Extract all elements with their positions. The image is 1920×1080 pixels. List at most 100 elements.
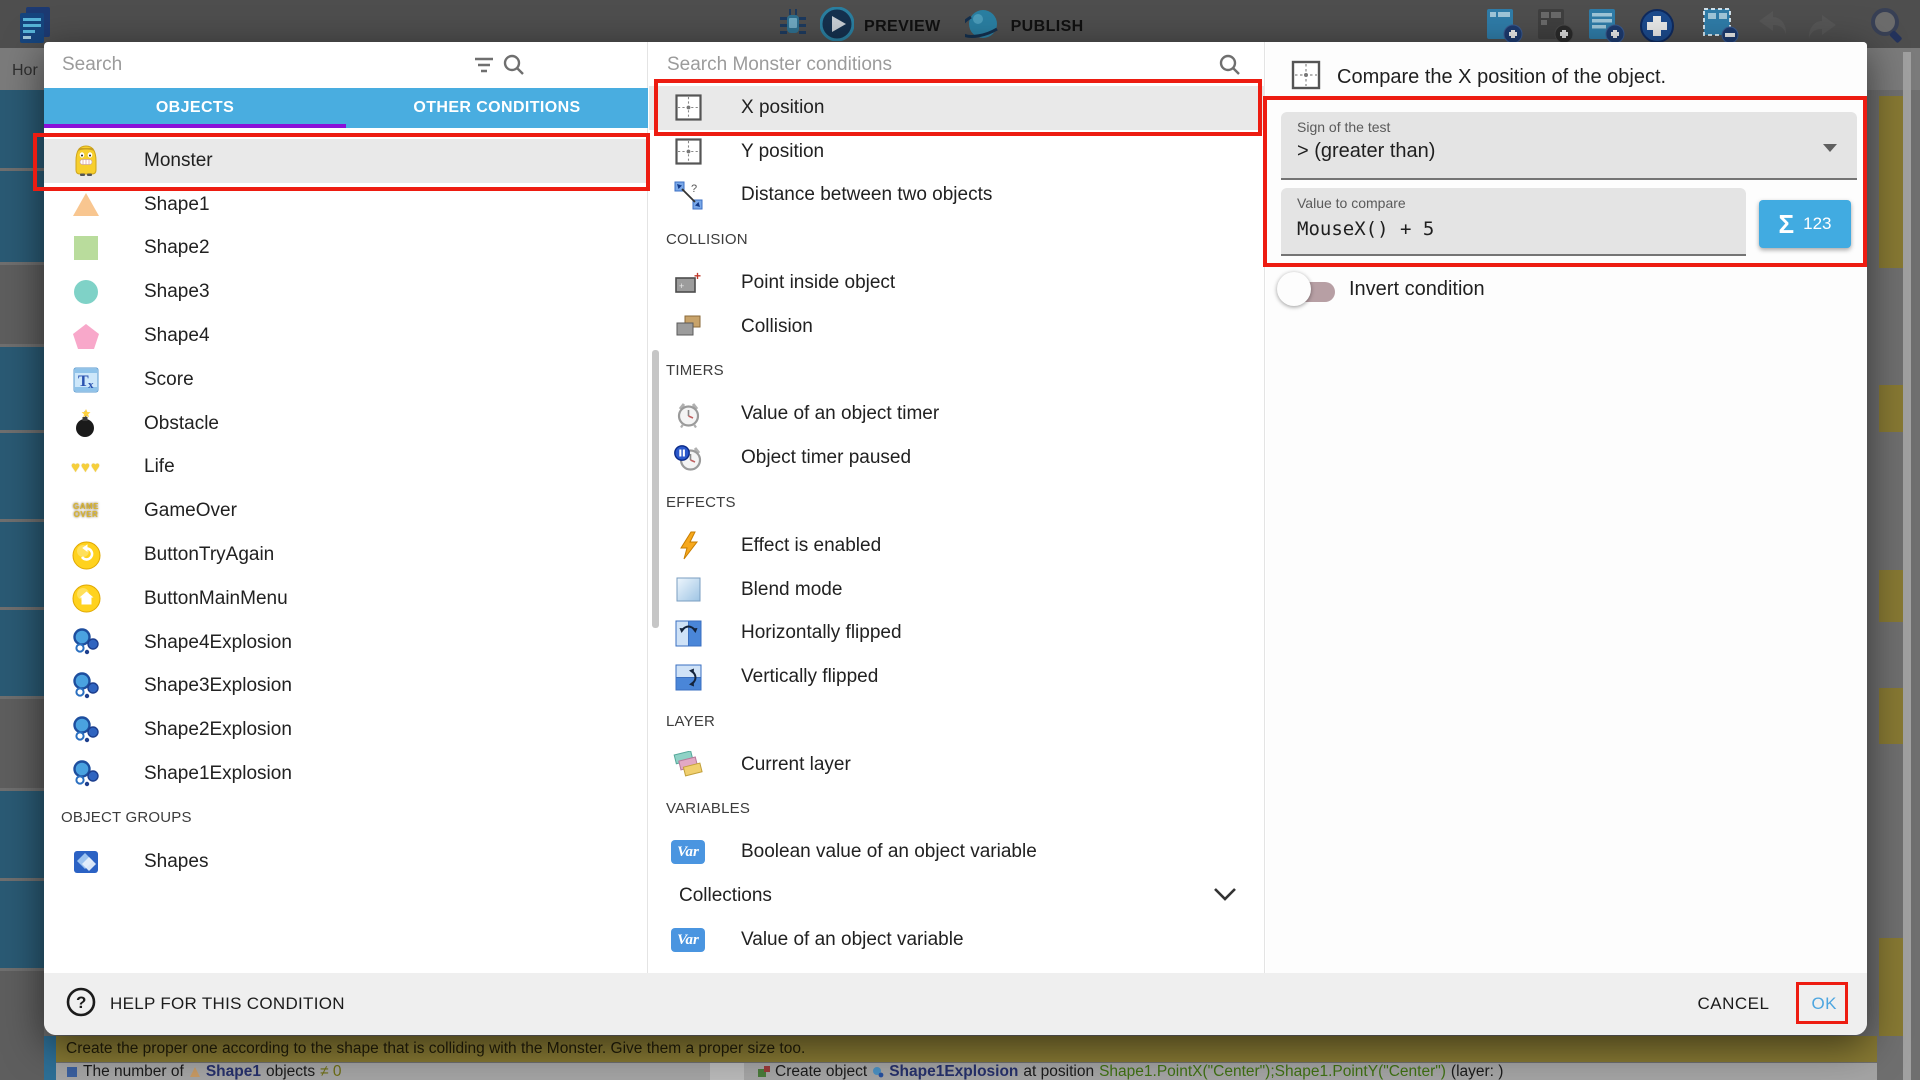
condition-text: The number of <box>83 1063 184 1080</box>
condition-suffix: objects <box>266 1063 315 1080</box>
object-row-shape2explosion[interactable]: Shape2Explosion <box>44 708 648 752</box>
object-label: GameOver <box>144 500 237 522</box>
object-label: Shape3 <box>144 281 210 303</box>
objects-search-row <box>44 42 647 88</box>
objects-search-input[interactable] <box>62 50 442 80</box>
object-row-shape1[interactable]: Shape1 <box>44 183 648 227</box>
condition-group-header-collision: COLLISION <box>649 217 1265 261</box>
shape1-triangle-icon <box>189 1065 201 1077</box>
publish-globe-icon[interactable] <box>965 7 1001 46</box>
conditions-search-input[interactable] <box>667 50 1047 80</box>
condition-row-distance-between-two-objects[interactable]: ?Distance between two objects <box>649 174 1265 218</box>
condition-row-value-of-an-object-variable[interactable]: VarValue of an object variable <box>649 918 1265 962</box>
condition-row-blend-mode[interactable]: Blend mode <box>649 568 1265 612</box>
debugger-icon[interactable] <box>776 7 810 46</box>
ok-button[interactable]: OK <box>1811 994 1837 1014</box>
background-event-block <box>0 347 44 430</box>
object-row-shapes[interactable]: Shapes <box>44 840 648 884</box>
object-row-score[interactable]: TxScore <box>44 358 648 402</box>
object-list: Monster Shape1 Shape2 Shape3 Shape4TxScoreOb… <box>44 139 648 884</box>
object-row-gameover[interactable]: GAMEOVER GameOver <box>44 489 648 533</box>
condition-row-vertically-flipped[interactable]: Vertically flipped <box>649 655 1265 699</box>
object-row-shape2[interactable]: Shape2 <box>44 227 648 271</box>
explosion-icon <box>60 671 112 702</box>
condition-icon <box>66 1065 78 1077</box>
vflip-icon <box>665 664 711 691</box>
condition-row-x-position[interactable]: X position <box>649 86 1265 130</box>
object-row-buttonmainmenu[interactable]: ButtonMainMenu <box>44 577 648 621</box>
object-row-shape3[interactable]: Shape3 <box>44 270 648 314</box>
object-row-shape4explosion[interactable]: Shape4Explosion <box>44 621 648 665</box>
square-icon <box>60 236 112 260</box>
condition-row-object-timer-paused[interactable]: Object timer paused <box>649 436 1265 480</box>
action-mid: at position <box>1023 1063 1094 1080</box>
publish-button[interactable]: PUBLISH <box>1011 18 1084 36</box>
condition-row-value-of-an-object-timer[interactable]: Value of an object timer <box>649 393 1265 437</box>
background-comment-block <box>1879 938 1903 1036</box>
condition-row-current-layer[interactable]: Current layer <box>649 743 1265 787</box>
condition-label: Y position <box>741 141 824 163</box>
active-tab-indicator <box>44 124 346 128</box>
condition-row-collision[interactable]: Collision <box>649 305 1265 349</box>
object-row-monster[interactable]: Monster <box>44 139 648 183</box>
conditions-search-row <box>649 42 1264 88</box>
help-button[interactable]: ? HELP FOR THIS CONDITION <box>66 987 345 1022</box>
background-comment-block <box>1879 688 1903 744</box>
condition-row-horizontally-flipped[interactable]: Horizontally flipped <box>649 612 1265 656</box>
condition-row-effect-is-enabled[interactable]: Effect is enabled <box>649 524 1265 568</box>
condition-group-header-timers: TIMERS <box>649 349 1265 393</box>
help-question-icon: ? <box>66 987 96 1022</box>
preview-play-icon[interactable] <box>820 7 854 46</box>
background-scrollbar <box>1903 52 1911 1080</box>
cancel-button[interactable]: CANCEL <box>1697 994 1769 1014</box>
timer-paused-icon <box>665 444 711 473</box>
conditions-scrollbar[interactable] <box>652 350 659 628</box>
filter-icon[interactable] <box>473 55 495 80</box>
sign-of-test-label: Sign of the test <box>1297 119 1390 135</box>
sign-of-test-select[interactable]: Sign of the test > (greater than) <box>1281 112 1857 180</box>
invert-condition-toggle[interactable]: Invert condition <box>1277 272 1485 306</box>
action-suffix: (layer: ) <box>1451 1063 1504 1080</box>
object-label: Shape1 <box>144 194 210 216</box>
object-row-buttontryagain[interactable]: ButtonTryAgain <box>44 533 648 577</box>
condition-row-boolean-value-of-an-object-variable[interactable]: VarBoolean value of an object variable <box>649 831 1265 875</box>
tab-other-conditions[interactable]: OTHER CONDITIONS <box>346 88 648 128</box>
preview-button[interactable]: PREVIEW <box>864 18 941 36</box>
explosion-icon <box>60 715 112 746</box>
expression-button-label: 123 <box>1803 214 1831 234</box>
object-row-shape3explosion[interactable]: Shape3Explosion <box>44 665 648 709</box>
object-row-shape1explosion[interactable]: Shape1Explosion <box>44 752 648 796</box>
sigma-icon: Σ <box>1779 209 1795 240</box>
condition-label: Boolean value of an object variable <box>741 841 1037 863</box>
background-event-block <box>0 610 44 696</box>
gameover-icon: GAMEOVER <box>60 501 112 521</box>
background-event-block <box>0 791 44 878</box>
condition-label: Horizontally flipped <box>741 622 902 644</box>
object-label: Monster <box>144 150 213 172</box>
background-event-row: The number of Shape1 objects ≠ 0 Create … <box>56 1063 1877 1080</box>
object-label: ButtonMainMenu <box>144 588 288 610</box>
background-event-block <box>0 90 44 168</box>
background-comment-block <box>1879 385 1903 432</box>
dialog-footer: ? HELP FOR THIS CONDITION CANCEL OK <box>44 973 1867 1035</box>
value-to-compare-input[interactable]: Value to compare MouseX() + 5 <box>1281 188 1746 256</box>
condition-row-y-position[interactable]: Y position <box>649 130 1265 174</box>
condition-comparison: ≠ 0 <box>320 1063 341 1080</box>
object-row-obstacle[interactable]: Obstacle <box>44 402 648 446</box>
create-action-icon <box>758 1065 770 1077</box>
condition-subsection-collections[interactable]: Collections <box>649 874 1265 918</box>
object-row-shape4[interactable]: Shape4 <box>44 314 648 358</box>
zoom-icon[interactable] <box>1868 6 1908 51</box>
chevron-down-icon[interactable] <box>1213 885 1237 907</box>
explosion-icon <box>60 759 112 790</box>
object-row-life[interactable]: ♥♥♥Life <box>44 446 648 490</box>
expression-editor-button[interactable]: Σ 123 <box>1759 200 1851 248</box>
search-icon <box>502 53 526 82</box>
distance-icon: ? <box>665 181 711 210</box>
x-position-icon <box>1291 60 1321 95</box>
svg-text:x: x <box>88 379 94 391</box>
tab-objects[interactable]: OBJECTS <box>44 88 346 128</box>
condition-row-point-inside-object[interactable]: ++Point inside object <box>649 261 1265 305</box>
condition-group-header-layer: LAYER <box>649 699 1265 743</box>
object-group-icon <box>60 848 112 875</box>
